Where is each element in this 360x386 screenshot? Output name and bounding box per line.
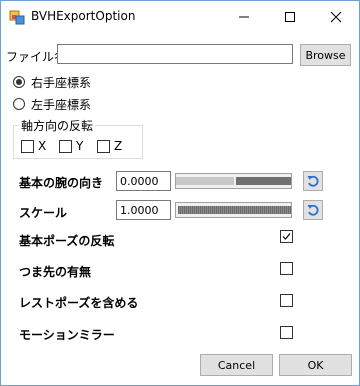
radio-left-handed-dot[interactable] <box>13 98 25 110</box>
scale-reset-button[interactable] <box>303 200 323 220</box>
close-button[interactable] <box>313 1 359 33</box>
axis-flip-group-label: 軸方向の反転 <box>19 117 96 134</box>
minimize-button[interactable] <box>221 1 267 33</box>
arm-direction-label: 基本の腕の向き <box>19 176 104 190</box>
reset-arrow-icon <box>307 175 319 187</box>
axis-y-checkbox[interactable] <box>59 140 72 153</box>
title-bar: BVHExportOption <box>1 1 359 33</box>
browse-button[interactable]: Browse <box>300 44 351 66</box>
rest-pose-label: レストポーズを含める <box>19 296 139 310</box>
toe-label: つま先の有無 <box>19 265 92 279</box>
window-title: BVHExportOption <box>31 9 136 23</box>
maximize-icon <box>285 12 295 22</box>
axis-x-label: X <box>38 139 47 153</box>
axis-z-checkbox[interactable] <box>97 140 110 153</box>
maximize-button[interactable] <box>267 1 313 33</box>
cancel-button[interactable]: Cancel <box>200 354 273 376</box>
dialog-window: BVHExportOption ファイル名 Browse 右手座標系 左手座標系… <box>0 0 360 386</box>
reset-arrow-icon <box>307 204 319 216</box>
base-pose-flip-label: 基本ポーズの反転 <box>19 234 115 248</box>
axis-y-label: Y <box>76 139 84 153</box>
scale-slider-track <box>178 206 291 214</box>
base-pose-flip-checkbox[interactable] <box>280 230 293 243</box>
scale-input[interactable] <box>116 200 171 220</box>
arm-slider-track <box>236 177 291 185</box>
arm-slider-fill <box>176 177 234 185</box>
arm-direction-input[interactable] <box>116 171 171 191</box>
toe-checkbox[interactable] <box>280 262 293 275</box>
motion-mirror-checkbox[interactable] <box>280 326 293 339</box>
minimize-icon <box>239 16 249 18</box>
radio-left-handed-label: 左手座標系 <box>31 98 92 112</box>
arm-direction-slider[interactable] <box>175 173 292 189</box>
axis-x-checkbox[interactable] <box>21 140 34 153</box>
file-path-input[interactable] <box>57 44 293 64</box>
motion-mirror-label: モーションミラー <box>19 328 115 342</box>
radio-right-handed-dot[interactable] <box>13 76 25 88</box>
radio-right-handed-label: 右手座標系 <box>31 76 92 90</box>
arm-reset-button[interactable] <box>303 171 323 191</box>
rest-pose-checkbox[interactable] <box>280 294 293 307</box>
app-icon <box>9 9 25 25</box>
scale-slider[interactable] <box>175 202 292 218</box>
scale-label: スケール <box>19 206 68 220</box>
axis-z-label: Z <box>114 139 123 153</box>
checkmark-icon <box>282 233 291 240</box>
close-icon <box>330 11 342 23</box>
ok-button[interactable]: OK <box>279 354 352 376</box>
